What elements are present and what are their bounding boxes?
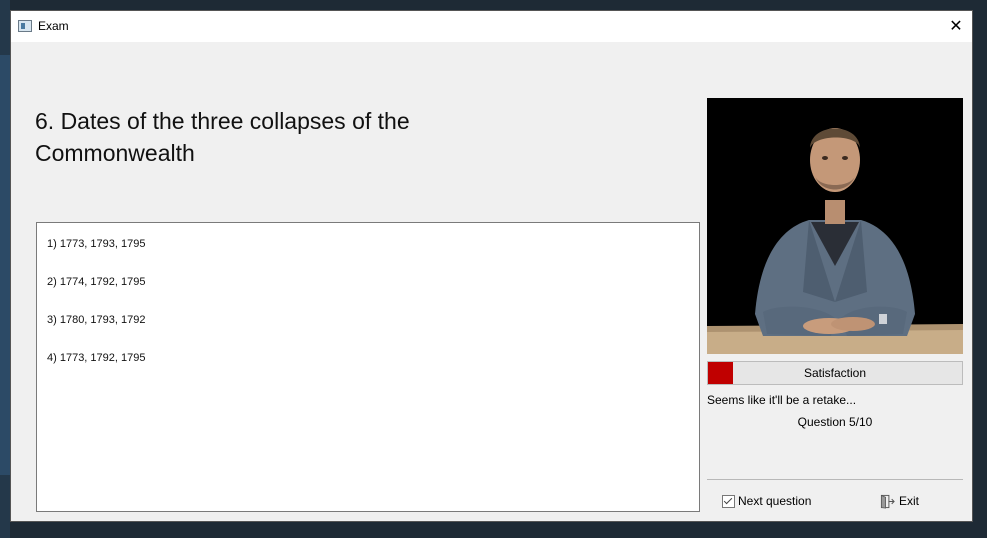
answers-list: 1) 1773, 1793, 1795 2) 1774, 1792, 1795 … (36, 222, 700, 512)
checkbox-icon (722, 494, 735, 508)
satisfaction-bar: Satisfaction (707, 361, 963, 385)
exit-door-icon (880, 494, 895, 508)
exit-button[interactable]: Exit (880, 491, 919, 511)
title-bar: Exam ✕ (11, 11, 972, 42)
next-question-label: Next question (738, 494, 812, 508)
close-button[interactable]: ✕ (940, 11, 972, 42)
exit-label: Exit (899, 494, 920, 508)
answer-option-1[interactable]: 1) 1773, 1793, 1795 (47, 238, 145, 250)
examiner-avatar (707, 98, 963, 354)
question-text: 6. Dates of the three collapses of the C… (35, 108, 410, 166)
app-icon (18, 20, 32, 32)
answer-option-4[interactable]: 4) 1773, 1792, 1795 (47, 352, 145, 364)
exam-window: Exam ✕ 6. Dates of the three collapses o… (10, 10, 973, 522)
window-title: Exam (38, 19, 69, 33)
question-counter: Question 5/10 (797, 415, 873, 429)
next-question-button[interactable]: Next question (722, 491, 811, 511)
answer-option-3[interactable]: 3) 1780, 1793, 1792 (47, 314, 145, 326)
satisfaction-label: Satisfaction (803, 366, 867, 380)
status-message: Seems like it'll be a retake... (707, 393, 857, 407)
footer-divider (707, 479, 963, 480)
answer-option-2[interactable]: 2) 1774, 1792, 1795 (47, 276, 145, 288)
desktop-side-panel (0, 55, 10, 475)
